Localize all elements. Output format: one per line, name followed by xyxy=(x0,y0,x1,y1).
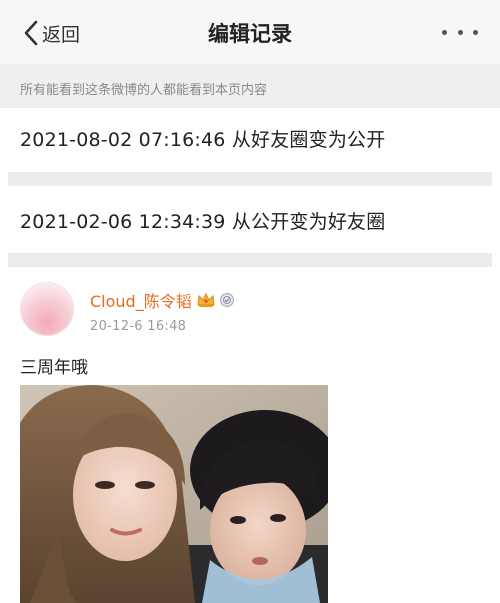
post-timestamp: 20-12-6 16:48 xyxy=(90,319,187,334)
edit-record-text: 2021-08-02 07:16:46 从好友圈变为公开 xyxy=(20,128,386,151)
avatar[interactable] xyxy=(20,282,74,336)
more-button[interactable] xyxy=(442,22,478,42)
crown-icon xyxy=(197,292,215,307)
edit-record-item: 2021-08-02 07:16:46 从好友圈变为公开 xyxy=(0,108,500,168)
visibility-notice: 所有能看到这条微博的人都能看到本页内容 xyxy=(0,64,500,108)
post-text: 三周年哦 xyxy=(20,358,88,378)
divider xyxy=(8,172,492,186)
couple-selfie-photo xyxy=(20,385,328,603)
edit-record-text: 2021-02-06 12:34:39 从公开变为好友圈 xyxy=(20,210,386,233)
page-title: 编辑记录 xyxy=(208,22,292,46)
more-dots-icon xyxy=(473,29,478,35)
username-row: Cloud_陈令韬 xyxy=(90,288,235,312)
member-badge-icon xyxy=(219,292,234,308)
username[interactable]: Cloud_陈令韬 xyxy=(90,288,192,312)
post-photo[interactable] xyxy=(20,385,328,603)
more-dots-icon xyxy=(442,29,447,35)
edit-record-item: 2021-02-06 12:34:39 从公开变为好友圈 xyxy=(0,190,500,250)
divider xyxy=(8,253,492,267)
more-dots-icon xyxy=(457,29,463,35)
post-card: Cloud_陈令韬 20-12-6 16:48 三周年哦 xyxy=(0,268,500,603)
nav-bar: 返回 编辑记录 xyxy=(0,0,500,64)
